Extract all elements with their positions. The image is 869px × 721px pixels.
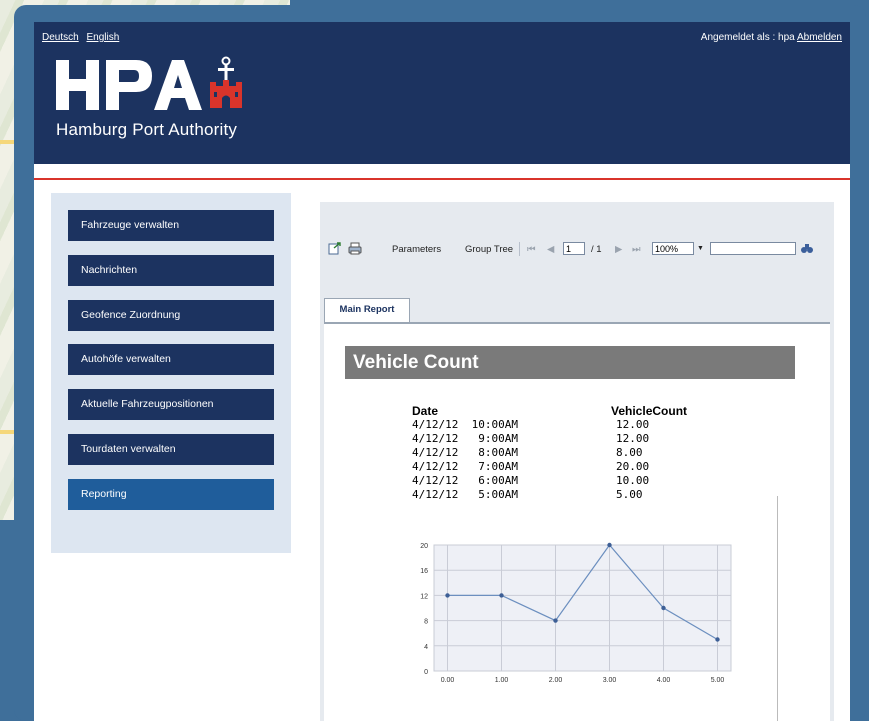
data-point (445, 593, 450, 598)
x-tick-label: 2.00 (549, 677, 563, 684)
report-toolbar: Parameters Group Tree ⏮ ◀ / 1 ▶ ⏭ ▼ (320, 240, 834, 262)
nav-item-aktuelle-fahrzeugpositionen[interactable]: Aktuelle Fahrzeugpositionen (68, 389, 274, 420)
data-point (715, 637, 720, 642)
column-header-date: Date (412, 404, 439, 418)
row-vehiclecount: 20.00 (616, 460, 650, 473)
export-icon[interactable] (328, 242, 342, 255)
y-tick-label: 8 (424, 619, 428, 626)
report-title: Vehicle Count (345, 346, 795, 379)
logo-tagline: Hamburg Port Authority (56, 120, 238, 139)
language-link-english[interactable]: English (86, 32, 119, 43)
plot-area (433, 544, 732, 672)
y-tick-label: 12 (420, 593, 428, 600)
nav-item-reporting[interactable]: Reporting (68, 479, 274, 510)
logout-link[interactable]: Abmelden (797, 32, 842, 43)
zoom-dropdown-icon[interactable]: ▼ (697, 245, 704, 252)
nav-item-fahrzeuge-verwalten[interactable]: Fahrzeuge verwalten (68, 210, 274, 241)
data-point (499, 593, 504, 598)
row-vehiclecount: 12.00 (616, 418, 650, 431)
parameters-button[interactable]: Parameters (392, 244, 441, 255)
row-date: 4/12/12 6:00AM (412, 474, 518, 487)
row-date: 4/12/12 9:00AM (412, 432, 518, 445)
search-binoculars-icon[interactable] (800, 242, 814, 255)
y-tick-label: 16 (420, 568, 428, 575)
map-road (0, 430, 14, 434)
print-icon[interactable] (348, 242, 362, 255)
next-page-icon[interactable]: ▶ (615, 244, 622, 255)
column-header-vehiclecount: VehicleCount (611, 404, 688, 418)
page-number-input[interactable] (563, 242, 585, 255)
x-tick-label: 0.00 (441, 677, 455, 684)
row-date: 4/12/12 10:00AM (412, 418, 518, 431)
data-point (607, 542, 612, 548)
page-header: Deutsch English Angemeldet als : hpa Abm… (34, 22, 850, 164)
x-tick-label: 1.00 (495, 677, 509, 684)
y-tick-label: 20 (420, 543, 428, 550)
tab-main-report[interactable]: Main Report (324, 298, 410, 322)
data-point (553, 618, 558, 623)
report-canvas: Vehicle Count Date VehicleCount 4/12/12 … (324, 322, 830, 721)
previous-page-icon[interactable]: ◀ (547, 244, 554, 255)
row-date: 4/12/12 5:00AM (412, 488, 518, 501)
row-vehiclecount: 10.00 (616, 474, 650, 487)
y-tick-label: 0 (424, 669, 428, 676)
nav-item-nachrichten[interactable]: Nachrichten (68, 255, 274, 286)
toolbar-separator (519, 242, 520, 256)
header-divider (34, 178, 850, 180)
row-vehiclecount: 5.00 (616, 488, 643, 501)
search-input[interactable] (710, 242, 796, 255)
last-page-icon[interactable]: ⏭ (632, 244, 641, 255)
sidebar: Fahrzeuge verwalten Nachrichten Geofence… (51, 193, 291, 553)
login-status: Angemeldet als : hpa Abmelden (701, 32, 842, 43)
nav-item-tourdaten-verwalten[interactable]: Tourdaten verwalten (68, 434, 274, 465)
row-vehiclecount: 8.00 (616, 446, 643, 459)
zoom-select[interactable] (652, 242, 694, 255)
group-tree-button[interactable]: Group Tree (465, 244, 513, 255)
x-tick-label: 4.00 (657, 677, 671, 684)
x-tick-label: 3.00 (603, 677, 617, 684)
map-road (0, 140, 14, 144)
nav-item-autohoefe-verwalten[interactable]: Autohöfe verwalten (68, 344, 274, 375)
report-viewer: Parameters Group Tree ⏮ ◀ / 1 ▶ ⏭ ▼ Main… (320, 202, 834, 721)
language-link-deutsch[interactable]: Deutsch (42, 32, 79, 43)
y-tick-label: 4 (424, 644, 428, 651)
nav-item-geofence-zuordnung[interactable]: Geofence Zuordnung (68, 300, 274, 331)
page: Deutsch English Angemeldet als : hpa Abm… (34, 22, 850, 721)
row-vehiclecount: 12.00 (616, 432, 650, 445)
login-status-text: Angemeldet als : hpa (700, 32, 795, 43)
row-date: 4/12/12 8:00AM (412, 446, 518, 459)
vehicle-count-chart: 0 4 8 12 16 20 0.00 1.00 2.00 3.00 4.00 5.00 (420, 542, 732, 684)
report-divider (777, 496, 778, 721)
language-switcher: Deutsch English (42, 32, 124, 43)
first-page-icon[interactable]: ⏮ (527, 244, 536, 255)
page-total: / 1 (591, 244, 602, 255)
row-date: 4/12/12 7:00AM (412, 460, 518, 473)
data-point (661, 605, 666, 611)
x-tick-label: 5.00 (711, 677, 725, 684)
